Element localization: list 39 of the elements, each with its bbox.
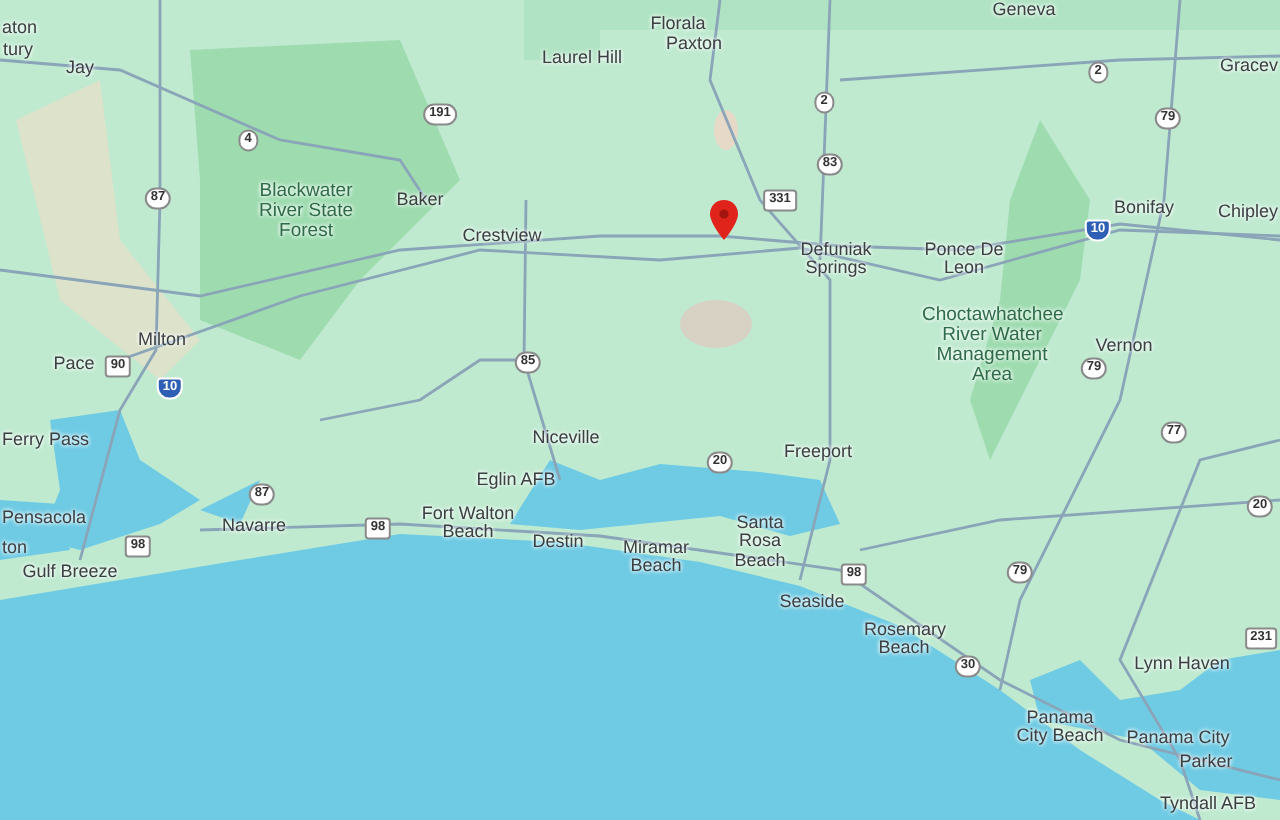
place-label: aton (2, 18, 38, 38)
place-label: Niceville (532, 428, 600, 448)
place-label: Gulf Breeze (22, 562, 118, 582)
location-pin-icon[interactable] (710, 200, 738, 240)
place-label: Baker (396, 190, 444, 210)
place-label: Santa Rosa Beach (732, 513, 788, 571)
place-label: Jay (66, 58, 94, 78)
place-label: Panama City (1126, 728, 1230, 748)
place-label: Rosemary Beach (864, 621, 944, 659)
place-label: Fort Walton Beach (419, 505, 517, 543)
place-label: Pace (53, 354, 95, 374)
place-label: Ferry Pass (2, 430, 89, 450)
place-label: Lynn Haven (1134, 654, 1230, 674)
place-label: Gracev (1219, 56, 1278, 76)
place-label: Milton (138, 330, 186, 350)
place-label: Florala (650, 14, 706, 34)
place-label: Crestview (462, 226, 542, 246)
place-label: Navarre (222, 516, 286, 536)
place-label: tury (3, 40, 33, 60)
place-label: Seaside (779, 592, 845, 612)
place-label: Bonifay (1113, 198, 1175, 218)
place-label: Freeport (784, 442, 852, 462)
place-label: ton (2, 538, 27, 558)
place-label: Geneva (992, 0, 1056, 19)
place-label: Paxton (665, 34, 723, 54)
place-label: Ponce De Leon (924, 241, 1004, 279)
place-label: Vernon (1095, 336, 1153, 356)
place-label: Chipley (1217, 202, 1278, 222)
place-label: Tyndall AFB (1159, 794, 1257, 814)
place-label: Defuniak Springs (798, 241, 874, 279)
place-label: Destin (532, 532, 584, 552)
place-label: Eglin AFB (476, 470, 556, 490)
place-label: Laurel Hill (541, 48, 623, 68)
place-label: Panama City Beach (1014, 709, 1106, 747)
area-label: Blackwater River State Forest (257, 182, 355, 242)
area-label: Choctawhatchee River Water Management Area (922, 306, 1062, 386)
place-label: Parker (1179, 752, 1233, 772)
place-label: Pensacola (2, 508, 87, 528)
place-label: Miramar Beach (621, 539, 691, 577)
